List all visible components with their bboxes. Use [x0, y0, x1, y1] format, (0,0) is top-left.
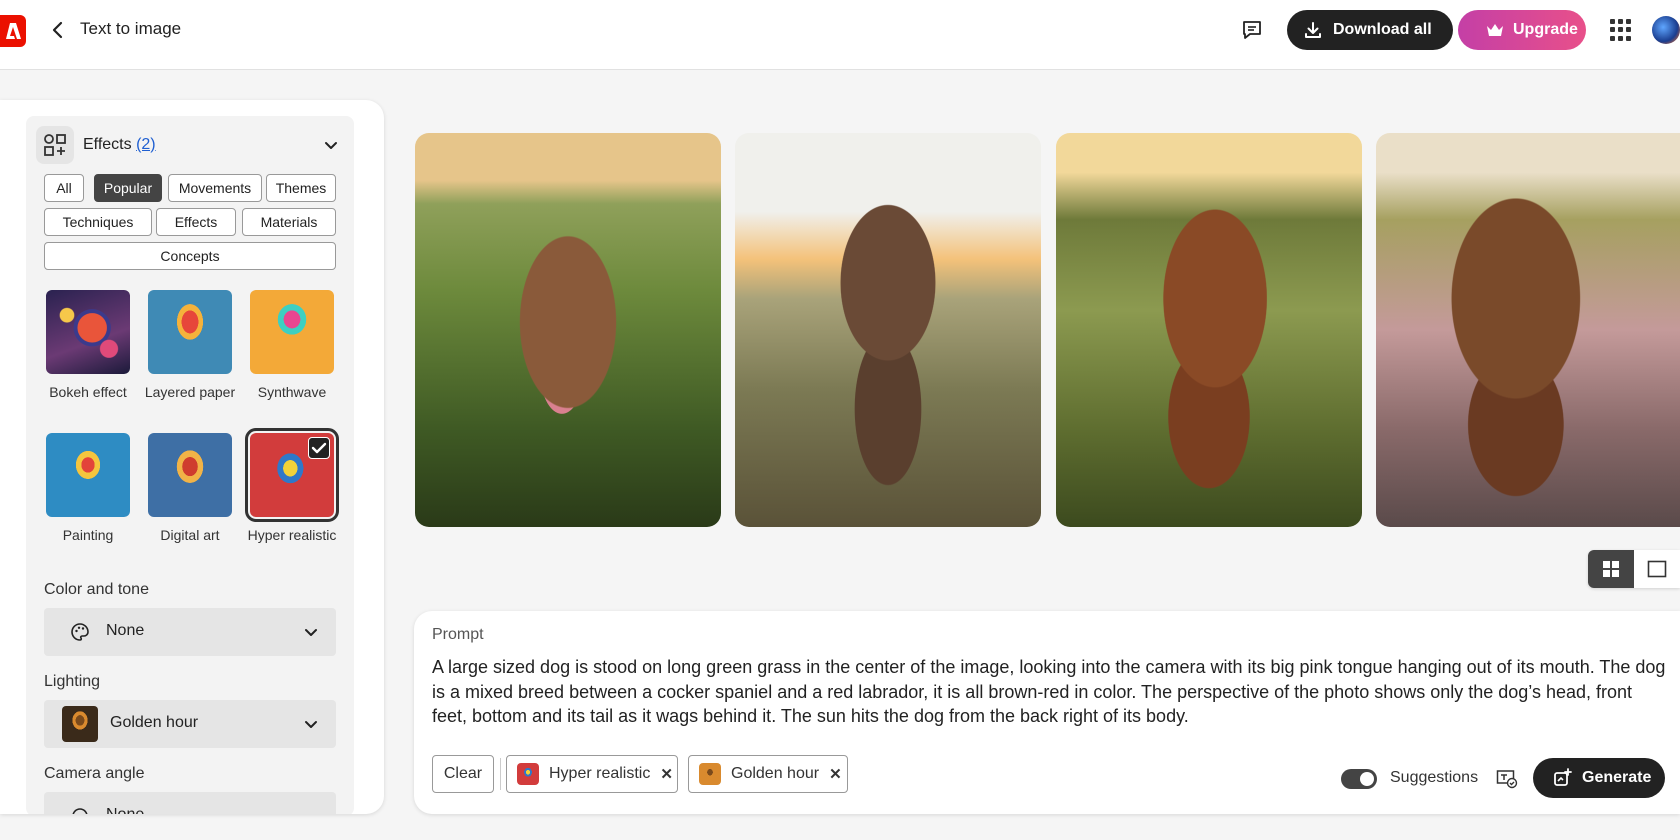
style-label: Digital art [160, 527, 220, 543]
upgrade-button[interactable]: Upgrade [1458, 10, 1586, 50]
chevron-down-icon [302, 623, 320, 641]
clear-button[interactable]: Clear [432, 755, 494, 793]
filter-chip-movements[interactable]: Movements [168, 174, 262, 202]
filter-chip-themes[interactable]: Themes [266, 174, 336, 202]
adobe-logo[interactable] [0, 15, 26, 47]
style-tile-bokeh-effect[interactable] [46, 290, 130, 374]
tag-golden-hour: Golden hour ✕ [688, 755, 848, 793]
tag-hyper-realistic: Hyper realistic ✕ [506, 755, 678, 793]
feedback-icon[interactable] [1240, 18, 1264, 42]
prompt-label: Prompt [432, 626, 484, 643]
lighting-value: Golden hour [110, 714, 199, 731]
chevron-down-icon[interactable] [322, 136, 340, 154]
style-label: Painting [62, 527, 114, 543]
lighting-select[interactable]: Golden hour [44, 700, 336, 748]
filter-chip-popular[interactable]: Popular [94, 174, 162, 202]
page-title: Text to image [80, 19, 182, 38]
palette-icon [71, 623, 89, 641]
filter-chip-all[interactable]: All [44, 174, 84, 202]
style-label: Layered paper [144, 384, 236, 400]
avatar[interactable] [1652, 16, 1680, 44]
camera-angle-select[interactable]: None [44, 792, 336, 814]
upgrade-label: Upgrade [1513, 21, 1578, 38]
close-icon[interactable]: ✕ [829, 765, 842, 783]
filter-chip-techniques[interactable]: Techniques [44, 208, 152, 236]
color-tone-label: Color and tone [44, 581, 149, 598]
generated-image[interactable] [735, 133, 1041, 527]
style-label: Synthwave [257, 384, 327, 400]
single-view-icon[interactable] [1634, 550, 1680, 588]
filter-chip-materials[interactable]: Materials [242, 208, 336, 236]
prompt-panel: Prompt A large sized dog is stood on lon… [414, 611, 1680, 814]
generated-image[interactable] [415, 133, 721, 527]
apps-grid-icon[interactable] [1610, 19, 1632, 41]
crown-icon [1487, 24, 1503, 36]
view-toggle [1588, 550, 1680, 588]
camera-angle-value: None [106, 806, 144, 814]
effects-count-link[interactable]: (2) [136, 136, 156, 153]
suggestions-toggle[interactable] [1341, 769, 1377, 789]
divider [500, 758, 501, 790]
settings-panel: Effects (2) All Popular Movements Themes… [0, 100, 384, 814]
style-tile-digital-art[interactable] [148, 433, 232, 517]
tag-label: Golden hour [731, 765, 820, 782]
filter-chip-concepts[interactable]: Concepts [44, 242, 336, 270]
golden-hour-thumbnail [699, 763, 721, 785]
color-tone-select[interactable]: None [44, 608, 336, 656]
effects-panel: Effects (2) All Popular Movements Themes… [26, 116, 354, 814]
golden-hour-thumbnail [62, 706, 98, 742]
style-tile-painting[interactable] [46, 433, 130, 517]
style-label: Hyper realistic [247, 527, 337, 543]
generate-button[interactable]: Generate [1533, 758, 1665, 798]
tag-label: Hyper realistic [549, 765, 651, 782]
effects-title: Effects [83, 136, 132, 153]
camera-angle-label: Camera angle [44, 765, 145, 782]
camera-icon [72, 808, 88, 814]
download-all-button[interactable]: Download all [1287, 10, 1453, 50]
grid-view-icon[interactable] [1588, 550, 1634, 588]
back-chevron-icon[interactable] [48, 18, 68, 42]
close-icon[interactable]: ✕ [660, 765, 673, 783]
checkmark-icon [308, 437, 330, 459]
hyper-realistic-thumbnail [517, 763, 539, 785]
prompt-input[interactable]: A large sized dog is stood on long green… [432, 655, 1672, 729]
style-tile-layered-paper[interactable] [148, 290, 232, 374]
lighting-label: Lighting [44, 673, 101, 690]
aspect-ratio-icon[interactable] [1496, 769, 1518, 789]
generated-image[interactable] [1056, 133, 1362, 527]
filter-chip-effects[interactable]: Effects [156, 208, 236, 236]
color-tone-value: None [106, 622, 145, 639]
suggestions-label: Suggestions [1390, 769, 1479, 786]
download-all-label: Download all [1333, 21, 1432, 38]
generated-image[interactable] [1376, 133, 1680, 527]
effects-heading: Effects (2) [83, 136, 156, 154]
effects-icon [36, 126, 74, 164]
generate-label: Generate [1582, 769, 1652, 786]
style-tile-synthwave[interactable] [250, 290, 334, 374]
chevron-down-icon [302, 715, 320, 733]
generate-icon [1554, 768, 1572, 786]
top-bar: Text to image Download all Upgrade [0, 0, 1680, 70]
download-icon [1305, 22, 1321, 38]
style-label: Bokeh effect [49, 384, 127, 400]
style-tile-hyper-realistic[interactable] [245, 428, 339, 522]
